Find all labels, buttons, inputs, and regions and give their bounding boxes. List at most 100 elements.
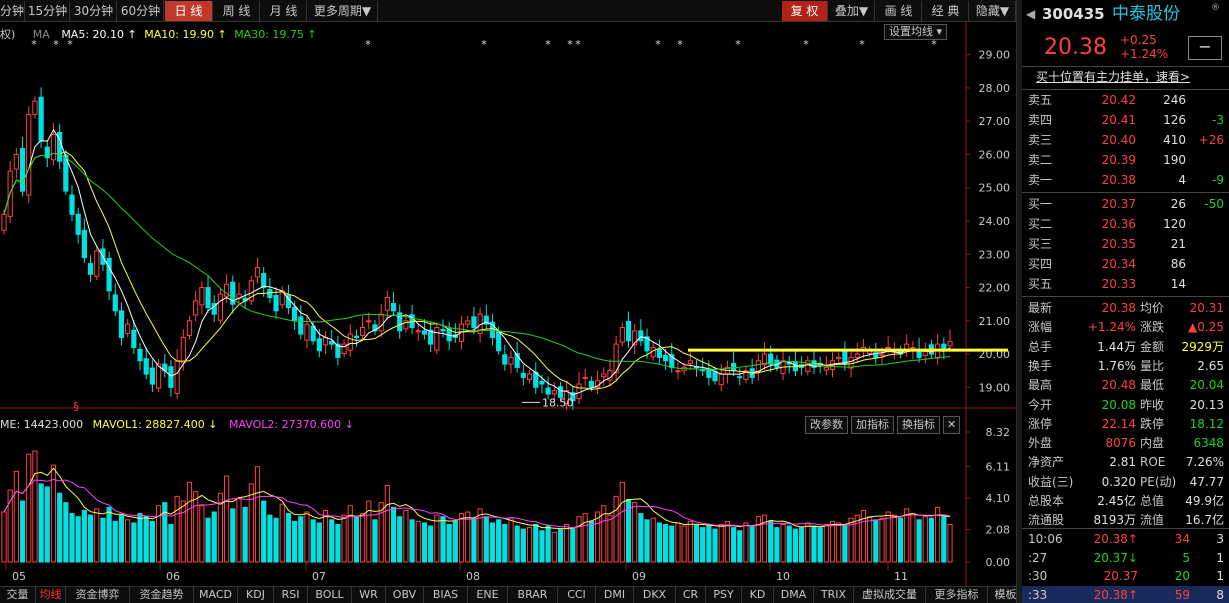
tab-daily[interactable]: 日 线	[165, 1, 213, 21]
indicator-tab[interactable]: CR	[676, 587, 706, 603]
volume-bar	[799, 527, 805, 563]
tab-weekly[interactable]: 周 线	[214, 1, 260, 21]
candle-body	[805, 360, 811, 372]
promo-banner[interactable]: 买十位置有主力挂单，速看>	[1022, 66, 1229, 88]
order-volume: 26	[1170, 197, 1186, 211]
order-price: 20.42	[1101, 93, 1136, 107]
indicator-tab[interactable]: 均线	[36, 587, 66, 603]
order-book-row[interactable]: 卖五 20.42 246	[1022, 90, 1229, 110]
order-book-row[interactable]: 卖一 20.38 4 -9	[1022, 170, 1229, 190]
order-book-row[interactable]: 买五 20.33 14	[1022, 274, 1229, 294]
tab-more-periods[interactable]: 更多周期▼	[308, 1, 378, 21]
candle-body	[706, 368, 712, 378]
tick-row[interactable]: :33 20.38↑ 59 8	[1022, 585, 1229, 603]
indicator-tab[interactable]: DMA	[774, 587, 814, 603]
tab-15min[interactable]: 15分钟	[26, 1, 70, 21]
restore-rights-button[interactable]: 复 权	[782, 1, 828, 21]
volume-info-bar: ME: 14423.000 MAVOL1: 28827.400 ↓ MAVOL2…	[0, 418, 354, 431]
volume-bar	[1, 511, 7, 563]
overlay-button[interactable]: 叠加▼	[829, 1, 875, 21]
volume-bar	[446, 524, 452, 563]
stat-label: 涨停	[1028, 416, 1053, 431]
indicator-tab[interactable]: RSI	[274, 587, 308, 603]
kline-chart-area[interactable]: 29.00 28.00 27.00 26.00 25.00 24.00 23.00 22.00…	[0, 22, 1016, 603]
indicator-tab[interactable]: KDJ	[238, 587, 274, 603]
stat-value: ▲0.25	[1188, 320, 1224, 335]
indicator-tab[interactable]: TRIX	[814, 587, 854, 603]
edit-params-button[interactable]: 改参数	[805, 416, 848, 434]
indicator-tab[interactable]: 更多指标	[926, 587, 988, 603]
month-label: 06	[166, 570, 180, 583]
scroll-left-icon[interactable]: ◀	[1026, 2, 1035, 26]
order-book-row[interactable]: 买二 20.36 120	[1022, 214, 1229, 234]
indicator-tab[interactable]: CCI	[558, 587, 596, 603]
stock-code: 300435	[1042, 5, 1105, 23]
indicator-tab[interactable]: OBV	[386, 587, 424, 603]
candle-body	[75, 213, 81, 235]
volume-value: ME: 14423.000	[0, 418, 84, 431]
tab-60min[interactable]: 60分钟	[118, 1, 164, 21]
event-star-icon: *	[575, 38, 581, 51]
add-indicator-button[interactable]: 加指标	[851, 416, 894, 434]
candle-body	[496, 330, 502, 352]
volume-bar	[57, 492, 63, 563]
indicator-tab[interactable]: DMI	[596, 587, 634, 603]
indicator-tab[interactable]: MACD	[194, 587, 238, 603]
indicator-tab[interactable]: KD	[742, 587, 774, 603]
indicator-tab[interactable]: BRAR	[508, 587, 558, 603]
tick-price: 20.38↑	[1093, 587, 1138, 602]
draw-line-button[interactable]: 画 线	[876, 1, 922, 21]
candle-body	[885, 346, 891, 349]
volume-bar	[211, 511, 217, 563]
indicator-tab[interactable]: PSY	[706, 587, 742, 603]
indicator-tab[interactable]: DKX	[634, 587, 676, 603]
close-icon[interactable]: ✕	[943, 416, 961, 434]
indicator-tab[interactable]: 交量	[0, 587, 36, 603]
indicator-tab[interactable]: 资金博弈	[66, 587, 130, 603]
classic-button[interactable]: 经 典	[923, 1, 969, 21]
order-book-row[interactable]: 卖三 20.40 410 +26	[1022, 130, 1229, 150]
volume-tick-label: 6.11	[986, 461, 1011, 474]
tick-row[interactable]: :30 20.37 20 1	[1022, 567, 1229, 585]
stat-value: 1.44万	[1097, 339, 1136, 354]
tick-row[interactable]: 10:06 20.38↑ 34 3	[1022, 530, 1229, 548]
right-adjust-label: 权)	[0, 28, 16, 41]
indicator-tab[interactable]: BOLL	[308, 587, 352, 603]
indicator-tab[interactable]: 资金趋势	[130, 587, 194, 603]
order-volume: 190	[1163, 153, 1186, 167]
indicator-tab[interactable]: WR	[352, 587, 386, 603]
indicator-tab[interactable]: 虚拟成交量	[854, 587, 926, 603]
tick-row[interactable]: :27 20.37↓ 5 1	[1022, 549, 1229, 567]
kline-svg[interactable]: 29.00 28.00 27.00 26.00 25.00 24.00 23.00 22.00…	[0, 22, 1016, 586]
volume-bar	[458, 513, 465, 563]
volume-bar	[823, 524, 829, 563]
volume-bar	[632, 502, 638, 563]
order-book-row[interactable]: 卖二 20.39 190	[1022, 150, 1229, 170]
stat-row: 收益(三) 0.320 PE(动) 47.77	[1022, 472, 1229, 492]
tab-30min[interactable]: 30分钟	[71, 1, 117, 21]
candle-body	[545, 387, 551, 395]
order-book-row[interactable]: 买四 20.34 86	[1022, 254, 1229, 274]
tab-monthly[interactable]: 月 线	[261, 1, 307, 21]
stat-row: 换手 1.76% 量比 2.65	[1022, 356, 1229, 376]
volume-bar	[19, 500, 26, 563]
promo-text[interactable]: 买十位置有主力挂单，速看>	[1036, 66, 1190, 88]
tab-1min[interactable]: 分钟	[0, 1, 25, 21]
volume-bar	[545, 525, 551, 563]
volume-bar	[100, 517, 106, 563]
volume-bar	[397, 516, 403, 563]
hide-button[interactable]: 隐藏▼	[970, 1, 1016, 21]
indicator-tab[interactable]: BIAS	[424, 587, 468, 603]
switch-indicator-button[interactable]: 换指标	[897, 416, 940, 434]
volume-bar	[291, 520, 298, 563]
price-tick-label: 23.00	[979, 248, 1011, 261]
volume-tick-label: 2.08	[986, 524, 1011, 537]
order-book-row[interactable]: 买三 20.35 21	[1022, 234, 1229, 254]
order-book-row[interactable]: 买一 20.37 26 -50	[1022, 194, 1229, 214]
volume-bar	[199, 505, 205, 563]
collapse-button[interactable]: −	[1188, 36, 1222, 60]
order-book-row[interactable]: 卖四 20.41 126 -3	[1022, 110, 1229, 130]
stat-label: 跌停	[1140, 416, 1165, 431]
indicator-tab[interactable]: ENE	[468, 587, 508, 603]
set-ma-button[interactable]: 设置均线 ▾	[884, 24, 948, 40]
